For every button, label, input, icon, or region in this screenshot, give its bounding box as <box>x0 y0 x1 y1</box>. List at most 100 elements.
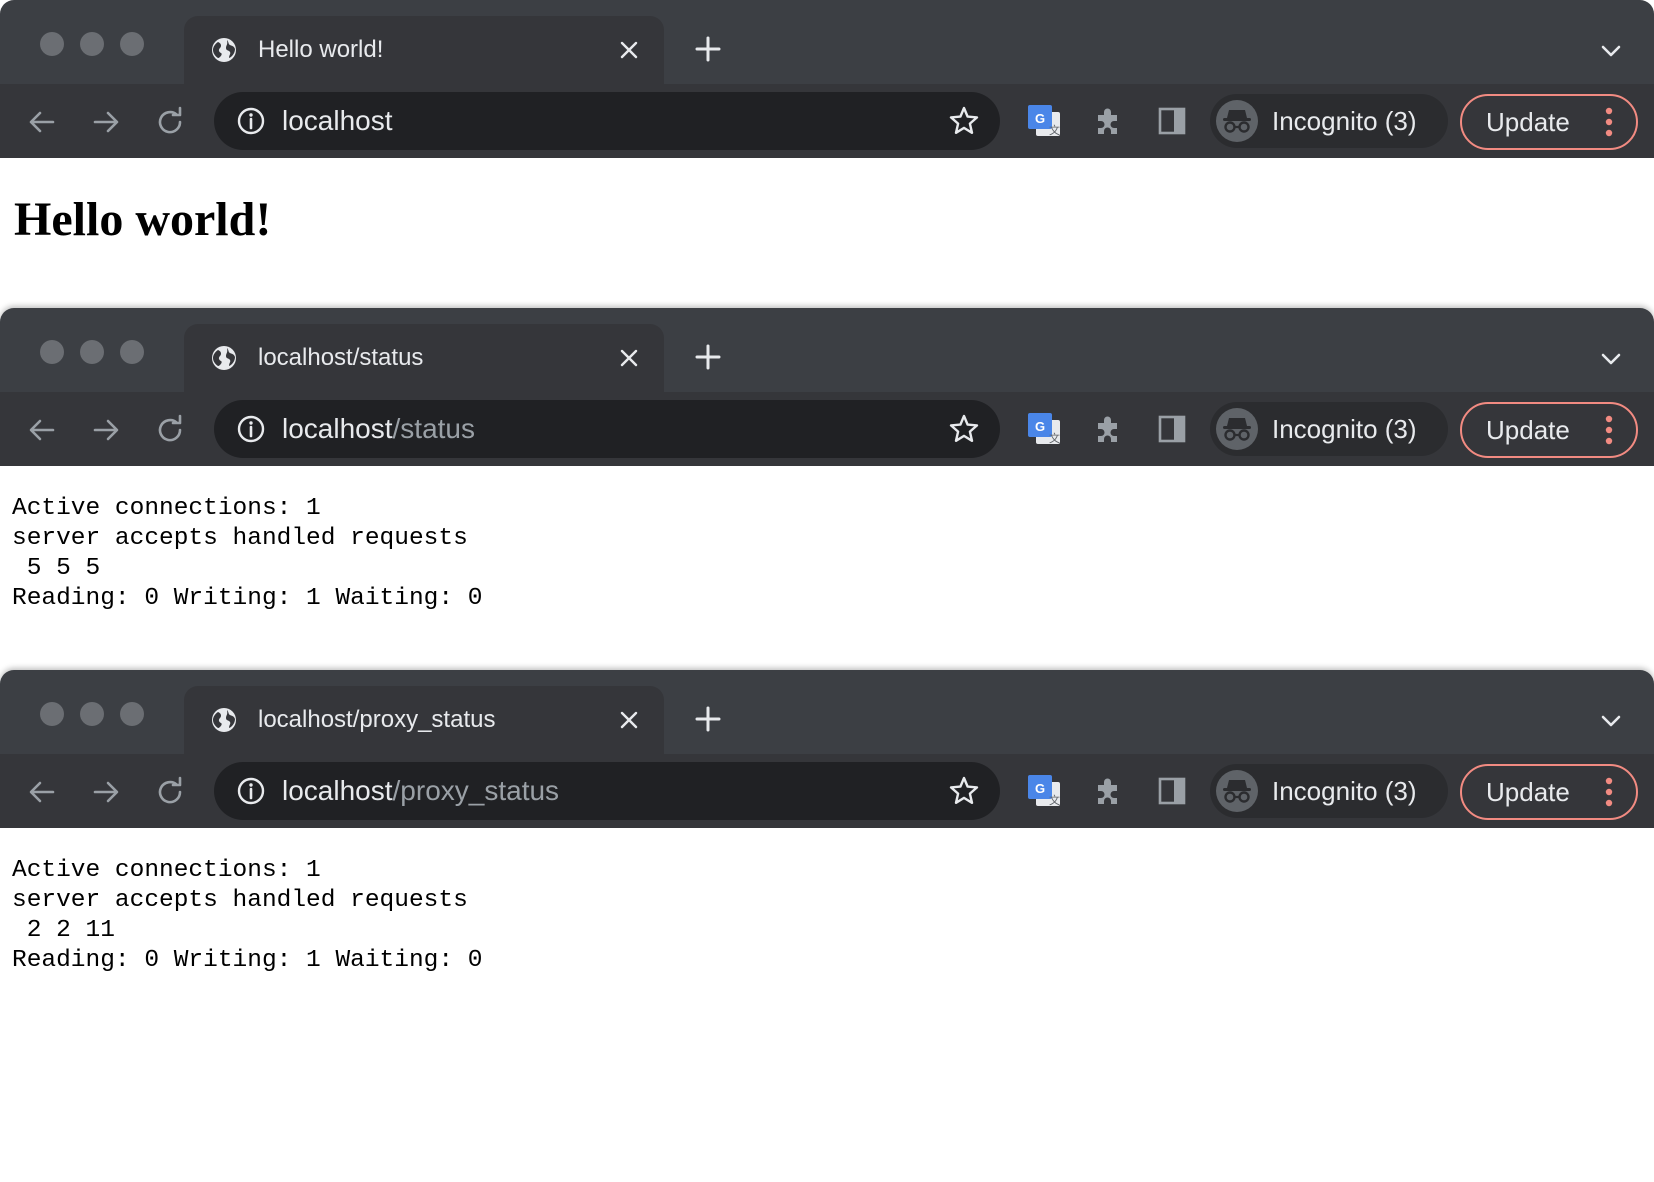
kebab-menu-icon[interactable] <box>1594 413 1624 447</box>
toolbar: localhost/proxy_status G文 Incognito (3) <box>0 754 1654 828</box>
update-button[interactable]: Update <box>1460 402 1638 458</box>
url-host: localhost <box>282 105 393 136</box>
plus-icon[interactable] <box>692 703 724 735</box>
arrow-left-icon[interactable] <box>26 106 58 138</box>
reload-icon[interactable] <box>154 106 186 138</box>
info-icon[interactable] <box>236 414 266 444</box>
star-icon[interactable] <box>948 413 980 445</box>
close-window-button[interactable] <box>40 340 64 364</box>
arrow-left-icon[interactable] <box>26 414 58 446</box>
traffic-lights <box>40 702 144 726</box>
star-icon[interactable] <box>948 105 980 137</box>
url-host: localhost <box>282 775 393 806</box>
url-path: /status <box>392 413 475 444</box>
update-label: Update <box>1486 106 1570 137</box>
arrow-left-icon[interactable] <box>26 776 58 808</box>
reload-icon[interactable] <box>154 776 186 808</box>
zoom-window-button[interactable] <box>120 340 144 364</box>
browser-window-2: localhost/status localhost/status G 文 In… <box>0 308 1654 652</box>
close-window-button[interactable] <box>40 32 64 56</box>
info-icon[interactable] <box>236 776 266 806</box>
arrow-right-icon[interactable] <box>90 106 122 138</box>
svg-text:G: G <box>1035 419 1045 434</box>
incognito-label: Incognito (3) <box>1272 413 1417 444</box>
puzzle-icon[interactable] <box>1091 104 1125 138</box>
tab-title: localhost/proxy_status <box>258 706 496 733</box>
toolbar: localhost G文 Incognito (3) Update <box>0 84 1654 158</box>
tab-strip: localhost/status <box>0 308 1654 392</box>
svg-text:文: 文 <box>1049 123 1060 137</box>
puzzle-icon[interactable] <box>1091 412 1125 446</box>
browser-window-3: localhost/proxy_status localhost/proxy_s… <box>0 670 1654 1182</box>
page-heading: Hello world! <box>14 193 272 246</box>
minimize-window-button[interactable] <box>80 32 104 56</box>
svg-text:G: G <box>1035 111 1045 126</box>
chevron-down-icon[interactable] <box>1598 346 1624 372</box>
zoom-window-button[interactable] <box>120 32 144 56</box>
reload-icon[interactable] <box>154 414 186 446</box>
side-panel-icon[interactable] <box>1155 774 1189 808</box>
incognito-label: Incognito (3) <box>1272 775 1417 806</box>
url-text: localhost <box>282 105 948 137</box>
chevron-down-icon[interactable] <box>1598 708 1624 734</box>
url-host: localhost <box>282 413 393 444</box>
tab-active[interactable]: localhost/status <box>184 324 664 392</box>
tab-title: localhost/status <box>258 344 424 371</box>
url-text: localhost/proxy_status <box>282 775 948 807</box>
minimize-window-button[interactable] <box>80 702 104 726</box>
info-icon[interactable] <box>236 106 266 136</box>
puzzle-icon[interactable] <box>1091 774 1125 808</box>
incognito-profile-button[interactable]: Incognito (3) <box>1210 94 1448 148</box>
svg-text:G: G <box>1035 781 1045 796</box>
incognito-icon <box>1216 770 1258 812</box>
close-icon[interactable] <box>614 343 644 373</box>
browser-window-1: Hello world! localhost G 文 Incognito (3)… <box>0 0 1654 308</box>
status-output: Active connections: 1 server accepts han… <box>12 857 483 974</box>
tab-active[interactable]: localhost/proxy_status <box>184 686 664 754</box>
minimize-window-button[interactable] <box>80 340 104 364</box>
browser-chrome: localhost/status localhost/status G 文 In… <box>0 308 1654 466</box>
globe-icon <box>210 344 238 372</box>
browser-chrome: Hello world! localhost G 文 Incognito (3)… <box>0 0 1654 158</box>
plus-icon[interactable] <box>692 341 724 373</box>
star-icon[interactable] <box>948 775 980 807</box>
svg-text:文: 文 <box>1049 793 1060 807</box>
tab-strip: Hello world! <box>0 0 1654 84</box>
browser-chrome: localhost/proxy_status localhost/proxy_s… <box>0 670 1654 828</box>
kebab-menu-icon[interactable] <box>1594 775 1624 809</box>
incognito-label: Incognito (3) <box>1272 105 1417 136</box>
update-button[interactable]: Update <box>1460 764 1638 820</box>
url-text: localhost/status <box>282 413 948 445</box>
incognito-profile-button[interactable]: Incognito (3) <box>1210 402 1448 456</box>
google-translate-icon[interactable]: G文 <box>1027 412 1061 446</box>
page-content: Active connections: 1 server accepts han… <box>0 466 1654 652</box>
close-icon[interactable] <box>614 705 644 735</box>
tab-active[interactable]: Hello world! <box>184 16 664 84</box>
incognito-profile-button[interactable]: Incognito (3) <box>1210 764 1448 818</box>
kebab-menu-icon[interactable] <box>1594 105 1624 139</box>
incognito-icon <box>1216 408 1258 450</box>
tab-title: Hello world! <box>258 36 384 63</box>
globe-icon <box>210 36 238 64</box>
page-content: Active connections: 1 server accepts han… <box>0 828 1654 1182</box>
page-content: Hello world! <box>0 158 1654 308</box>
arrow-right-icon[interactable] <box>90 776 122 808</box>
address-bar[interactable]: localhost/proxy_status <box>214 762 1000 820</box>
update-label: Update <box>1486 776 1570 807</box>
side-panel-icon[interactable] <box>1155 412 1189 446</box>
side-panel-icon[interactable] <box>1155 104 1189 138</box>
google-translate-icon[interactable]: G文 <box>1027 104 1061 138</box>
close-window-button[interactable] <box>40 702 64 726</box>
update-button[interactable]: Update <box>1460 94 1638 150</box>
zoom-window-button[interactable] <box>120 702 144 726</box>
arrow-right-icon[interactable] <box>90 414 122 446</box>
tab-strip: localhost/proxy_status <box>0 670 1654 754</box>
plus-icon[interactable] <box>692 33 724 65</box>
google-translate-icon[interactable]: G文 <box>1027 774 1061 808</box>
address-bar[interactable]: localhost/status <box>214 400 1000 458</box>
svg-text:文: 文 <box>1049 431 1060 445</box>
chevron-down-icon[interactable] <box>1598 38 1624 64</box>
close-icon[interactable] <box>614 35 644 65</box>
address-bar[interactable]: localhost <box>214 92 1000 150</box>
traffic-lights <box>40 32 144 56</box>
